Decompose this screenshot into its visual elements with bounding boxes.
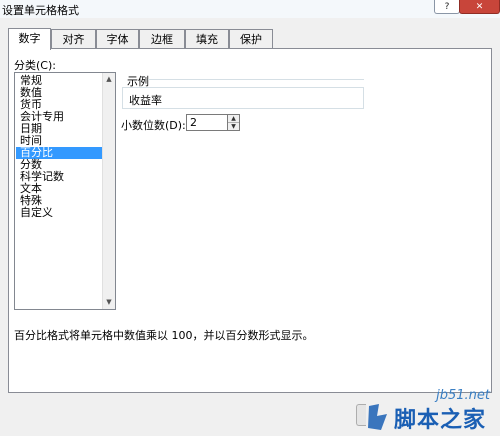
watermark-logo-icon — [368, 404, 387, 430]
watermark-url: jb51.net — [436, 388, 490, 403]
category-item-custom[interactable]: 自定义 — [18, 207, 55, 219]
format-description: 百分比格式将单元格中数值乘以 100，并以百分数形式显示。 — [14, 329, 314, 342]
scroll-up-arrow-icon[interactable]: ▲ — [103, 73, 115, 86]
category-label: 分类(C): — [14, 59, 56, 72]
sample-divider — [148, 79, 364, 80]
category-scrollbar[interactable]: ▲ ▼ — [102, 73, 115, 309]
tab-protection[interactable]: 保护 — [229, 29, 273, 49]
decimal-places-input[interactable] — [186, 114, 228, 131]
close-button[interactable]: ✕ — [459, 0, 500, 14]
sample-value: 收益率 — [129, 94, 162, 107]
sample-box: 收益率 — [122, 87, 364, 109]
close-icon: ✕ — [475, 2, 484, 12]
tab-alignment[interactable]: 对齐 — [51, 29, 96, 49]
scroll-down-arrow-icon[interactable]: ▼ — [103, 296, 115, 309]
watermark-name: 脚本之家 — [394, 408, 487, 433]
tab-border[interactable]: 边框 — [139, 29, 185, 49]
site-watermark: jb51.net 脚本之家 — [362, 388, 500, 436]
window-title: 设置单元格格式 — [2, 4, 79, 17]
decimal-places-label: 小数位数(D): — [121, 119, 186, 132]
decimal-places-spinner[interactable]: ▲ ▼ — [227, 114, 240, 131]
sample-group: 示例 收益率 — [122, 73, 364, 113]
tab-font[interactable]: 字体 — [96, 29, 139, 49]
help-button[interactable]: ? — [434, 0, 460, 14]
title-bar: 设置单元格格式 ? ✕ — [0, 0, 500, 18]
category-list[interactable]: 常规 数值 货币 会计专用 日期 时间 百分比 分数 科学记数 文本 特殊 自定… — [14, 72, 116, 310]
spin-down-icon[interactable]: ▼ — [228, 123, 239, 130]
help-icon: ? — [444, 2, 450, 12]
spin-up-icon[interactable]: ▲ — [228, 115, 239, 123]
tab-fill[interactable]: 填充 — [185, 29, 229, 49]
tab-number[interactable]: 数字 — [8, 28, 51, 50]
